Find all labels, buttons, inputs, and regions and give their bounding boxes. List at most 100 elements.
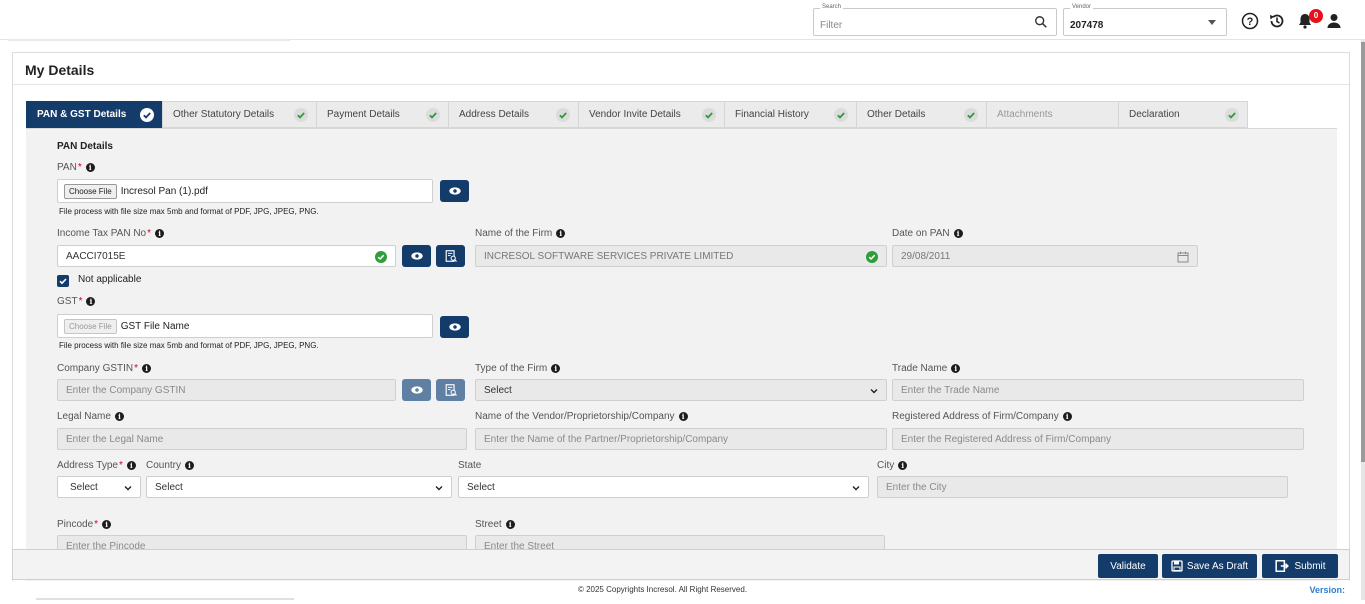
divider xyxy=(13,84,1349,85)
info-icon: i xyxy=(556,229,566,238)
search-icon[interactable] xyxy=(1034,15,1048,29)
view-pan-file-button[interactable] xyxy=(440,180,469,202)
state-select[interactable]: Select xyxy=(458,476,869,498)
history-icon[interactable] xyxy=(1268,12,1286,30)
vendor-select[interactable]: Vendor 207478 xyxy=(1063,4,1227,36)
document-search-icon xyxy=(445,250,457,262)
tab-label: Address Details xyxy=(459,109,530,120)
version-link[interactable]: Version: xyxy=(1309,585,1345,595)
view-pan-button[interactable] xyxy=(402,245,431,267)
chevron-down-icon xyxy=(1208,20,1216,25)
income-tax-pan-input[interactable]: AACCI7015E xyxy=(57,245,396,267)
info-icon: i xyxy=(102,520,112,529)
view-gst-file-button[interactable] xyxy=(440,316,469,338)
check-icon xyxy=(426,107,440,122)
eye-icon xyxy=(448,187,461,195)
verify-gstin-button[interactable] xyxy=(436,379,465,401)
chevron-down-icon xyxy=(124,486,132,491)
registered-address-label: Registered Address of Firm/Company i xyxy=(892,411,1072,422)
choose-file-button[interactable]: Choose File xyxy=(64,183,117,199)
help-icon[interactable]: ? xyxy=(1241,12,1259,30)
tab-label: Other Details xyxy=(867,109,926,120)
tab-pan-gst-details[interactable]: PAN & GST Details xyxy=(26,101,162,128)
search-field[interactable]: Search Filter xyxy=(813,4,1057,36)
date-on-pan-input[interactable]: 29/08/2011 xyxy=(892,245,1198,267)
gst-file-hint: File process with file size max 5mb and … xyxy=(59,341,319,350)
legal-name-label: Legal Name i xyxy=(57,411,124,422)
page-scrollbar[interactable] xyxy=(1361,40,1365,600)
city-label: City i xyxy=(877,460,908,471)
info-icon: i xyxy=(85,163,95,172)
tab-declaration[interactable]: Declaration xyxy=(1118,101,1248,128)
check-icon xyxy=(1225,107,1239,122)
chevron-down-icon xyxy=(435,486,443,491)
tab-address-details[interactable]: Address Details xyxy=(448,101,578,128)
section-title: PAN Details xyxy=(57,141,113,152)
country-select[interactable]: Select xyxy=(146,476,452,498)
legal-name-input[interactable]: Enter the Legal Name xyxy=(57,428,467,450)
pan-file-input[interactable]: Choose File Incresol Pan (1).pdf xyxy=(57,179,433,203)
company-gstin-input[interactable]: Enter the Company GSTIN xyxy=(57,379,396,401)
not-applicable-checkbox[interactable] xyxy=(57,275,69,287)
copyright-text: © 2025 Copyrights Incresol. All Right Re… xyxy=(577,585,748,594)
info-icon: i xyxy=(678,412,688,421)
scrollbar-thumb[interactable] xyxy=(1361,42,1365,462)
verify-pan-button[interactable] xyxy=(436,245,465,267)
view-gstin-button[interactable] xyxy=(402,379,431,401)
address-type-select[interactable]: Select xyxy=(57,476,141,498)
info-icon: i xyxy=(898,461,908,470)
street-label: Street i xyxy=(475,519,515,530)
notification-badge: 0 xyxy=(1309,9,1323,23)
tab-vendor-invite-details[interactable]: Vendor Invite Details xyxy=(578,101,724,128)
address-type-label: Address Type * i xyxy=(57,460,136,471)
info-icon: i xyxy=(1062,412,1072,421)
tab-label: Declaration xyxy=(1129,109,1180,120)
choose-file-button[interactable]: Choose File xyxy=(64,318,117,334)
tab-attachments[interactable]: Attachments xyxy=(986,101,1118,128)
gst-file-input[interactable]: Choose File GST File Name xyxy=(57,314,433,338)
info-icon: i xyxy=(155,229,165,238)
pan-gst-form: PAN Details PAN * i Choose File Incresol P… xyxy=(26,128,1337,583)
company-gstin-label: Company GSTIN * i xyxy=(57,363,152,374)
check-circle-icon xyxy=(866,251,878,263)
info-icon: i xyxy=(185,461,195,470)
tab-label: Vendor Invite Details xyxy=(589,109,681,120)
save-as-draft-button[interactable]: Save As Draft xyxy=(1162,554,1257,578)
tab-financial-history[interactable]: Financial History xyxy=(724,101,856,128)
vendor-name-input[interactable]: Enter the Name of the Partner/Proprietor… xyxy=(475,428,887,450)
calendar-icon[interactable] xyxy=(1177,251,1189,263)
pan-file-hint: File process with file size max 5mb and … xyxy=(59,207,319,216)
tab-other-details[interactable]: Other Details xyxy=(856,101,986,128)
tab-label: Other Statutory Details xyxy=(173,109,275,120)
search-input[interactable]: Filter xyxy=(820,20,842,31)
pan-label: PAN * i xyxy=(57,162,95,173)
tab-label: Financial History xyxy=(735,109,809,120)
state-label: State xyxy=(458,460,482,471)
validate-button[interactable]: Validate xyxy=(1098,554,1158,578)
gst-file-name: GST File Name xyxy=(120,320,190,332)
vendor-name-label: Name of the Vendor/Proprietorship/Compan… xyxy=(475,411,688,422)
not-applicable-label: Not applicable xyxy=(78,274,142,285)
check-icon xyxy=(59,278,67,285)
info-icon: i xyxy=(951,364,961,373)
firm-name-label: Name of the Firm i xyxy=(475,228,566,239)
city-input[interactable]: Enter the City xyxy=(877,476,1288,498)
divider xyxy=(36,598,294,600)
pan-file-name: Incresol Pan (1).pdf xyxy=(120,185,208,197)
footer: © 2025 Copyrights Incresol. All Right Re… xyxy=(0,581,1365,604)
tab-label: Payment Details xyxy=(327,109,400,120)
info-icon: i xyxy=(114,412,124,421)
trade-name-input[interactable]: Enter the Trade Name xyxy=(892,379,1304,401)
check-circle-icon xyxy=(375,251,387,263)
income-tax-pan-label: Income Tax PAN No * i xyxy=(57,228,165,239)
submit-button[interactable]: Submit xyxy=(1262,554,1338,578)
type-of-firm-select[interactable]: Select xyxy=(475,379,887,401)
firm-name-input[interactable]: INCRESOL SOFTWARE SERVICES PRIVATE LIMIT… xyxy=(475,245,887,267)
pincode-label: Pincode * i xyxy=(57,519,112,530)
info-icon: i xyxy=(126,461,136,470)
info-icon: i xyxy=(505,520,515,529)
tab-payment-details[interactable]: Payment Details xyxy=(316,101,448,128)
user-icon[interactable] xyxy=(1325,12,1343,30)
registered-address-input[interactable]: Enter the Registered Address of Firm/Com… xyxy=(892,428,1304,450)
tab-other-statutory-details[interactable]: Other Statutory Details xyxy=(162,101,316,128)
